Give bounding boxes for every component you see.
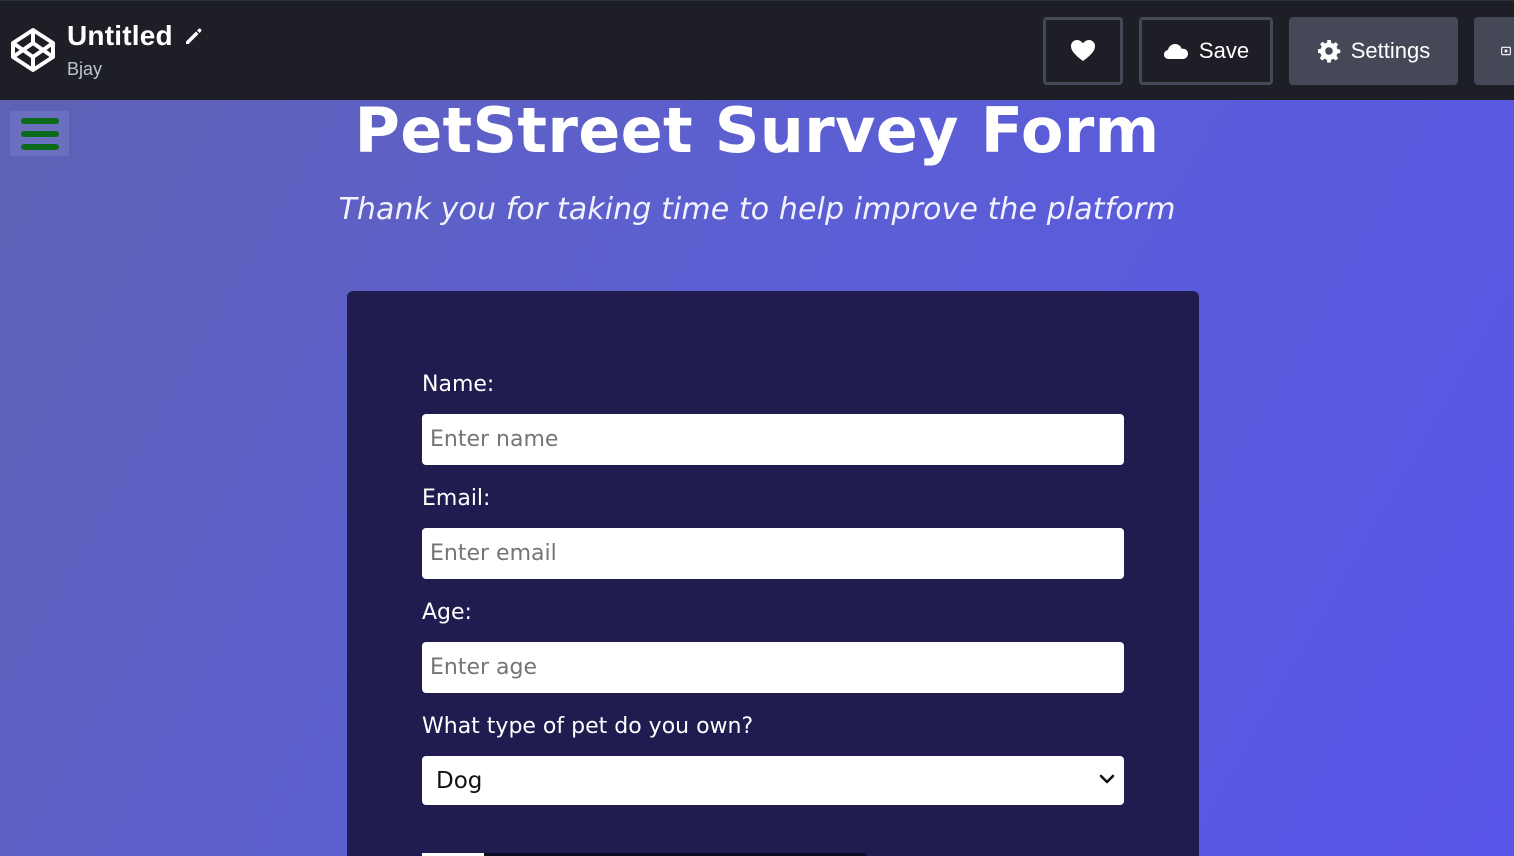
title-row: Untitled (67, 19, 203, 53)
pen-title-block: Untitled Bjay (67, 19, 203, 83)
settings-label: Settings (1350, 38, 1431, 63)
pet-type-selected: Dog (436, 767, 483, 794)
heart-icon (1071, 40, 1095, 61)
header-actions: Save Settings (1043, 17, 1514, 85)
change-view-button[interactable] (1474, 17, 1514, 85)
pet-type-label: What type of pet do you own? (422, 714, 754, 739)
pen-author[interactable]: Bjay (67, 59, 203, 79)
pet-type-select[interactable]: Dog (422, 756, 1124, 805)
name-input[interactable] (422, 414, 1124, 465)
name-label: Name: (422, 372, 495, 397)
preview-area: PetStreet Survey Form Thank you for taki… (0, 100, 1514, 856)
like-button[interactable] (1043, 17, 1123, 85)
top-bar: Untitled Bjay Save Settings (0, 0, 1514, 100)
age-input[interactable] (422, 642, 1124, 693)
survey-form: Name: Email: Age: What type of pet do yo… (347, 291, 1199, 856)
cloud-icon (1163, 44, 1188, 59)
settings-button[interactable]: Settings (1289, 17, 1458, 85)
email-label: Email: (422, 486, 491, 511)
save-label: Save (1198, 38, 1250, 63)
save-button[interactable]: Save (1139, 17, 1273, 85)
age-label: Age: (422, 600, 472, 625)
gear-icon (1317, 40, 1341, 63)
pen-title[interactable]: Untitled (67, 19, 173, 53)
pencil-icon[interactable] (183, 26, 203, 46)
page-subtitle: Thank you for taking time to help improv… (338, 192, 1176, 227)
page-title: PetStreet Survey Form (354, 100, 1160, 167)
layout-icon (1501, 46, 1511, 56)
chevron-down-icon (1099, 774, 1115, 784)
email-input[interactable] (422, 528, 1124, 579)
codepen-logo-icon[interactable] (10, 27, 56, 73)
